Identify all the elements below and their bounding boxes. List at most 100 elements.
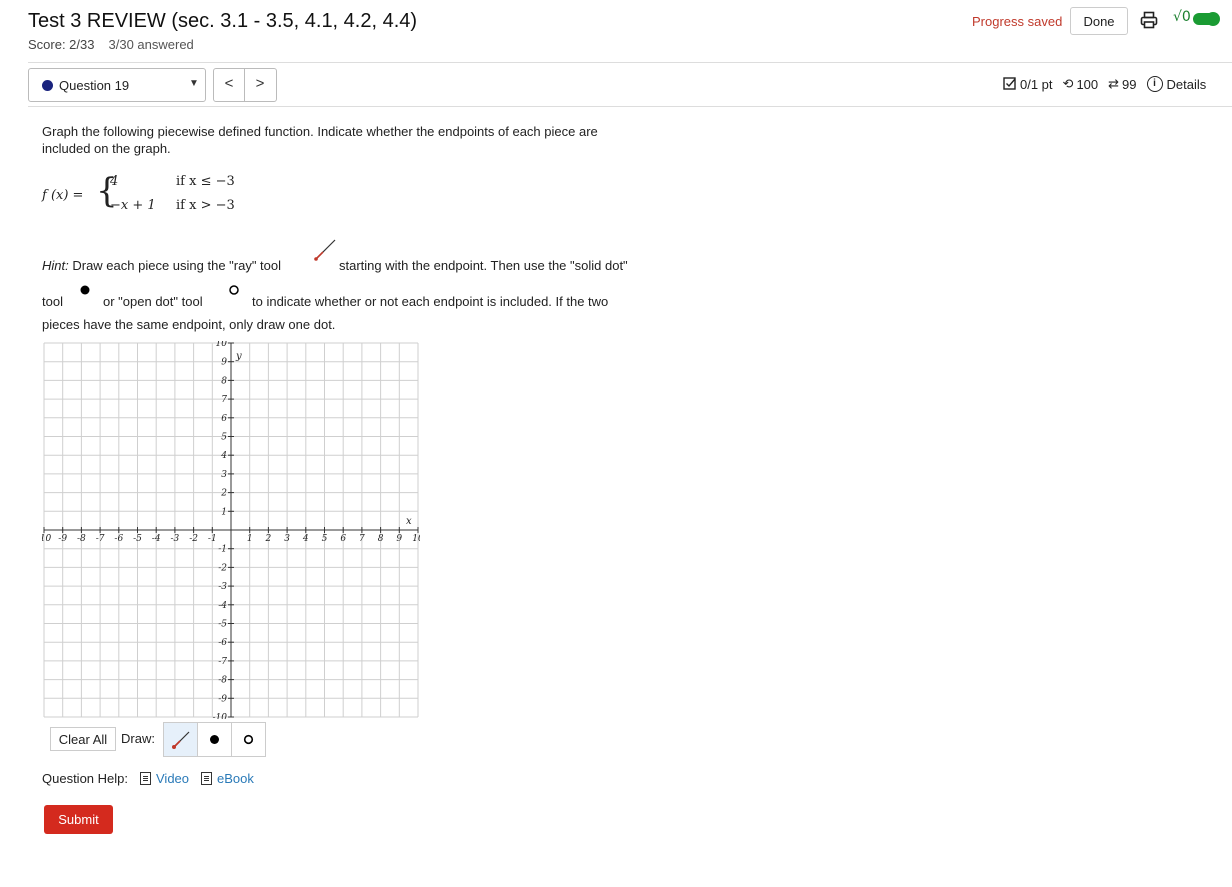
- ebook-link-text: eBook: [217, 771, 254, 786]
- retries-group: ⟲ 100: [1063, 77, 1099, 92]
- hint-line1: Hint: Draw each piece using the "ray" to…: [42, 257, 281, 274]
- caret-down-icon: ▼: [189, 78, 199, 89]
- hint-label: Hint:: [42, 258, 69, 273]
- x-tick-label: -5: [133, 534, 142, 544]
- question-help: Question Help: Video eBook: [42, 771, 254, 786]
- divider: [28, 106, 1232, 107]
- question-help-label: Question Help:: [42, 771, 128, 786]
- y-tick-label: 5: [221, 433, 227, 443]
- video-link-text: Video: [156, 771, 190, 786]
- x-tick-label: 2: [265, 534, 272, 544]
- x-tick-label: 9: [396, 534, 402, 544]
- details-text: Details: [1166, 76, 1207, 92]
- submit-button[interactable]: Submit: [44, 805, 113, 834]
- draw-label: Draw:: [121, 731, 155, 746]
- ebook-link[interactable]: eBook: [201, 771, 254, 786]
- math-entry-icon[interactable]: √0: [1173, 9, 1191, 25]
- formula-cond-2: if x > −3: [176, 198, 235, 213]
- y-tick-label: -6: [218, 638, 227, 648]
- points-text: 0/1 pt: [1020, 76, 1053, 92]
- question-select[interactable]: Question 19 ▼: [28, 68, 206, 102]
- checkbox-icon: [1003, 77, 1016, 90]
- clear-all-button[interactable]: Clear All: [50, 727, 116, 751]
- y-tick-label: 2: [220, 489, 227, 499]
- open-dot-icon: [243, 734, 254, 745]
- ray-tool-icon: [314, 239, 336, 261]
- previous-question-button[interactable]: <: [214, 69, 245, 101]
- formula-row-1: 4 if x ≤ −3: [110, 174, 235, 189]
- next-question-button[interactable]: >: [245, 69, 275, 101]
- attempts-group: ⇄ 99: [1108, 77, 1136, 92]
- question-status-dot: [42, 80, 53, 91]
- y-tick-label: -3: [218, 582, 227, 592]
- open-dot-tool-button[interactable]: [231, 722, 266, 757]
- y-tick-label: -4: [218, 601, 227, 611]
- attempts-icon: ⇄: [1108, 76, 1120, 92]
- hint-tool-text: tool: [42, 294, 63, 309]
- document-icon: [140, 772, 151, 785]
- question-meta: 0/1 pt ⟲ 100 ⇄ 99 i Details: [1003, 76, 1206, 92]
- page-title: Test 3 REVIEW (sec. 3.1 - 3.5, 4.1, 4.2,…: [28, 10, 418, 32]
- done-button[interactable]: Done: [1070, 7, 1128, 35]
- y-tick-label: 10: [216, 341, 228, 349]
- x-tick-label: -1: [208, 534, 217, 544]
- math-toggle-switch[interactable]: [1193, 12, 1220, 26]
- y-tick-label: 1: [221, 507, 227, 517]
- x-tick-label: -4: [152, 534, 161, 544]
- y-tick-label: 8: [221, 376, 227, 386]
- y-tick-label: 3: [221, 470, 227, 480]
- y-tick-label: 4: [220, 451, 227, 461]
- x-tick-label: 4: [302, 534, 309, 544]
- y-tick-label: -7: [218, 657, 227, 667]
- x-tick-label: 1: [247, 534, 253, 544]
- x-tick-label: 7: [359, 534, 365, 544]
- retry-icon: ⟲: [1062, 76, 1074, 92]
- x-tick-label: -10: [42, 534, 52, 544]
- solid-dot-tool-button[interactable]: [197, 722, 232, 757]
- hint-line3: pieces have the same endpoint, only draw…: [42, 317, 336, 332]
- info-icon: i: [1146, 76, 1163, 92]
- y-tick-label: -8: [218, 676, 227, 686]
- open-dot-icon: [229, 285, 239, 295]
- question-select-label: Question 19: [59, 78, 130, 93]
- x-tick-label: 5: [322, 534, 328, 544]
- x-tick-label: 10: [412, 534, 420, 544]
- y-tick-label: 6: [221, 414, 227, 424]
- progress-status: Progress saved: [972, 14, 1063, 29]
- question-prompt-line2: included on the graph.: [42, 141, 171, 156]
- ray-icon: [172, 731, 190, 749]
- x-tick-label: -9: [58, 534, 67, 544]
- y-tick-label: -1: [218, 545, 227, 555]
- formula-cond-1: if x ≤ −3: [176, 174, 235, 189]
- attempts-text: 99: [1122, 76, 1137, 92]
- retries-text: 100: [1076, 76, 1099, 92]
- formula-expr-1: 4: [110, 174, 119, 189]
- x-tick-label: 3: [284, 534, 290, 544]
- x-tick-label: -8: [77, 534, 86, 544]
- formula-row-2: −x + 1 if x > −3: [110, 198, 235, 213]
- y-tick-label: 9: [221, 358, 227, 368]
- document-icon: [201, 772, 213, 785]
- x-tick-label: 8: [378, 534, 384, 544]
- details-link[interactable]: i Details: [1146, 76, 1207, 92]
- x-tick-label: 6: [340, 534, 346, 544]
- answered-text: 3/30 answered: [108, 37, 194, 52]
- solid-dot-icon: [210, 735, 219, 744]
- solid-dot-icon: [80, 285, 90, 295]
- print-icon[interactable]: [1140, 11, 1158, 29]
- x-axis-label: x: [406, 516, 412, 527]
- graphing-canvas[interactable]: -10-9-8-7-6-5-4-3-2-112345678910-10-9-8-…: [42, 341, 420, 719]
- question-prompt-line1: Graph the following piecewise defined fu…: [42, 124, 598, 139]
- formula-expr-2: −x + 1: [110, 198, 156, 213]
- y-tick-label: -10: [213, 713, 228, 719]
- score-line: Score: 2/33 3/30 answered: [28, 37, 194, 52]
- x-tick-label: -7: [96, 534, 105, 544]
- hint-part3: to indicate whether or not each endpoint…: [252, 294, 609, 309]
- question-nav-buttons: < >: [213, 68, 277, 102]
- hint-or-text: or "open dot" tool: [103, 294, 203, 309]
- formula-lhs: f (x) =: [42, 188, 84, 203]
- points-group: 0/1 pt: [1003, 77, 1053, 92]
- ray-tool-button[interactable]: [163, 722, 198, 757]
- hint-part1: Draw each piece using the "ray" tool: [68, 258, 282, 273]
- video-link[interactable]: Video: [140, 771, 189, 786]
